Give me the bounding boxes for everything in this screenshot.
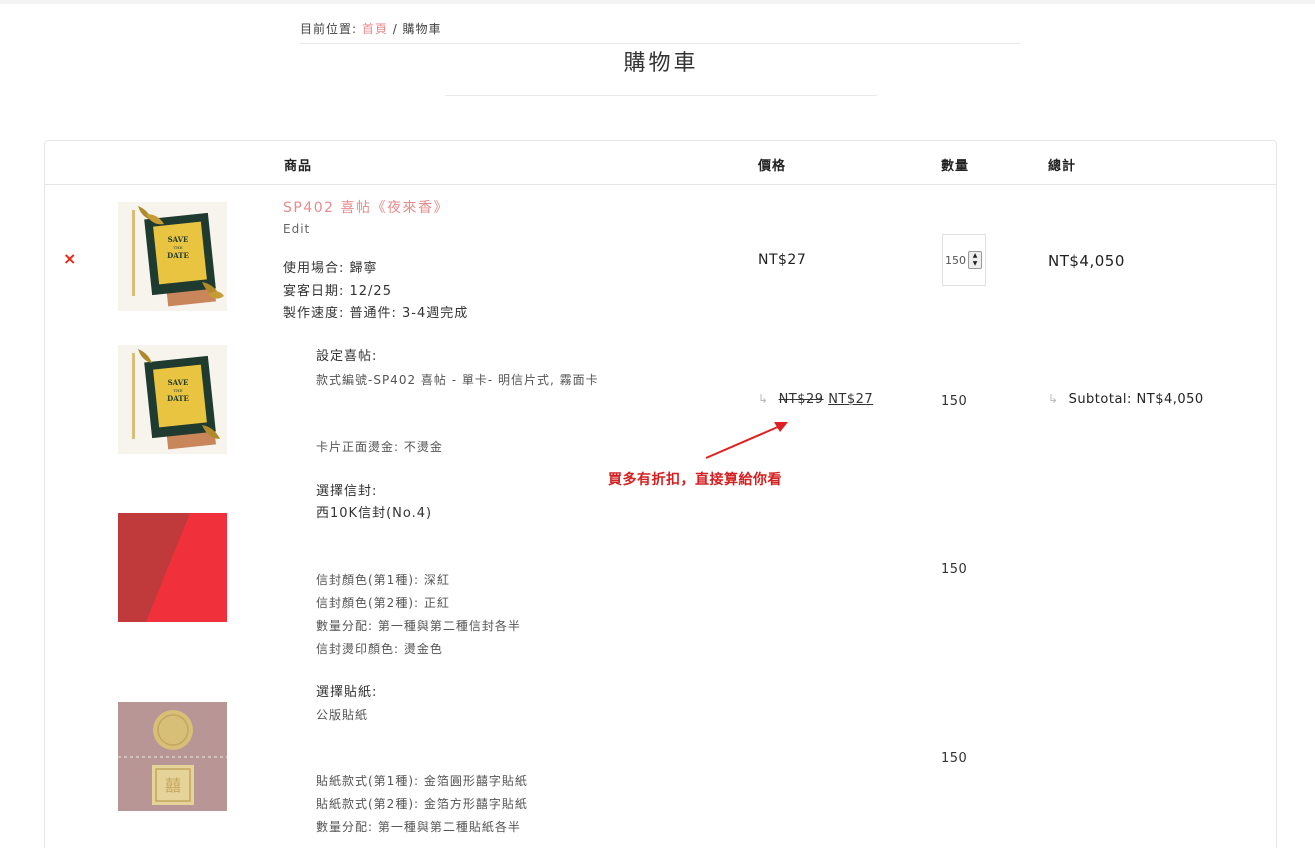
sub-price: ↳ NT$29 NT$27 <box>758 392 873 407</box>
envelope-value: 西10K信封(No.4) <box>316 506 433 521</box>
sub-total: ↳ Subtotal: NT$4,050 <box>1048 392 1204 407</box>
top-bar <box>0 0 1315 4</box>
decrement-icon[interactable]: ▼ <box>969 260 981 268</box>
quantity-input[interactable] <box>945 252 967 268</box>
sticker-value: 公版貼紙 <box>316 708 369 722</box>
meta-speed: 製作速度: 普通件: 3-4週完成 <box>283 306 469 321</box>
card-foil-value: 卡片正面燙金: 不燙金 <box>316 440 443 454</box>
meta-date: 宴客日期: 12/25 <box>283 283 392 299</box>
breadcrumb-home-link[interactable]: 首頁 <box>362 22 388 36</box>
product-meta: 使用場合: 歸寧 宴客日期: 12/25 製作速度: 普通件: 3-4週完成 <box>283 258 468 326</box>
card-text-save: SAVE <box>168 235 189 244</box>
new-price: NT$27 <box>828 392 874 407</box>
envelope-image <box>118 513 227 622</box>
envelope-color-1: 信封顏色(第1種): 深紅 <box>316 573 450 587</box>
card-text-date: DATE <box>167 251 189 260</box>
envelope-color-2: 信封顏色(第2種): 正紅 <box>316 596 450 610</box>
breadcrumb-separator: / <box>387 22 403 36</box>
sticker-thumbnail: 囍 <box>118 702 227 811</box>
page-title: 購物車 <box>445 44 877 96</box>
old-price: NT$29 <box>778 392 824 407</box>
sticker-style-1: 貼紙款式(第1種): 金箔圓形囍字貼紙 <box>316 774 528 788</box>
header-product: 商品 <box>284 159 313 174</box>
envelope-split: 數量分配: 第一種與第二種信封各半 <box>316 619 521 633</box>
meta-occasion: 使用場合: 歸寧 <box>283 261 378 276</box>
envelope-label: 選擇信封: <box>316 484 378 499</box>
card-text-the: THE <box>173 388 182 393</box>
envelope-quantity: 150 <box>941 562 968 577</box>
sticker-details: 貼紙款式(第1種): 金箔圓形囍字貼紙 貼紙款式(第2種): 金箔方形囍字貼紙 … <box>316 770 528 839</box>
product-thumbnail[interactable]: SAVE THE DATE <box>118 202 227 311</box>
item-price: NT$27 <box>758 252 807 268</box>
sticker-quantity: 150 <box>941 751 968 766</box>
table-header: 商品 價格 數量 總計 <box>45 141 1276 185</box>
envelope-thumbnail <box>118 513 227 622</box>
header-total: 總計 <box>1048 159 1077 174</box>
header-quantity: 數量 <box>941 159 970 174</box>
item-total: NT$4,050 <box>1048 252 1125 270</box>
envelope-foil-color: 信封燙印顏色: 燙金色 <box>316 642 443 656</box>
cart-table: 商品 價格 數量 總計 × SAVE THE DATE SP402 喜帖《夜來香… <box>44 140 1277 848</box>
sticker-label: 選擇貼紙: <box>316 685 378 700</box>
header-price: 價格 <box>758 159 787 174</box>
card-text-save: SAVE <box>168 378 189 387</box>
increment-icon[interactable]: ▲ <box>969 252 981 260</box>
breadcrumb-prefix: 目前位置: <box>300 22 362 36</box>
edit-link[interactable]: Edit <box>283 222 310 236</box>
envelope-details: 信封顏色(第1種): 深紅 信封顏色(第2種): 正紅 數量分配: 第一種與第二… <box>316 569 521 661</box>
quantity-stepper: ▲ ▼ <box>942 234 986 286</box>
invitation-card-image: SAVE THE DATE <box>118 202 227 311</box>
discount-annotation: 買多有折扣，直接算給你看 <box>608 472 782 488</box>
card-setting-label: 設定喜帖: <box>316 349 378 364</box>
sticker-glyph: 囍 <box>165 776 181 795</box>
subitem-arrow-icon: ↳ <box>1048 392 1059 406</box>
remove-item-button[interactable]: × <box>63 249 76 268</box>
card-thumbnail: SAVE THE DATE <box>118 345 227 454</box>
invitation-card-image: SAVE THE DATE <box>118 345 227 454</box>
card-text-the: THE <box>173 245 182 250</box>
sticker-image: 囍 <box>118 702 227 811</box>
annotation-arrow-icon <box>705 422 788 459</box>
sticker-split: 數量分配: 第一種與第二種貼紙各半 <box>316 820 521 834</box>
subitem-arrow-icon: ↳ <box>758 392 769 406</box>
card-style-value: 款式編號-SP402 喜帖 - 單卡- 明信片式, 霧面卡 <box>316 373 599 387</box>
sticker-style-2: 貼紙款式(第2種): 金箔方形囍字貼紙 <box>316 797 528 811</box>
breadcrumb-current: 購物車 <box>402 22 442 36</box>
subtotal-value: Subtotal: NT$4,050 <box>1068 392 1204 407</box>
card-text-date: DATE <box>167 394 189 403</box>
card-quantity: 150 <box>941 394 968 409</box>
product-name-link[interactable]: SP402 喜帖《夜來香》 <box>283 197 449 217</box>
quantity-spinner: ▲ ▼ <box>968 251 982 269</box>
breadcrumb: 目前位置: 首頁 / 購物車 <box>300 20 1020 44</box>
